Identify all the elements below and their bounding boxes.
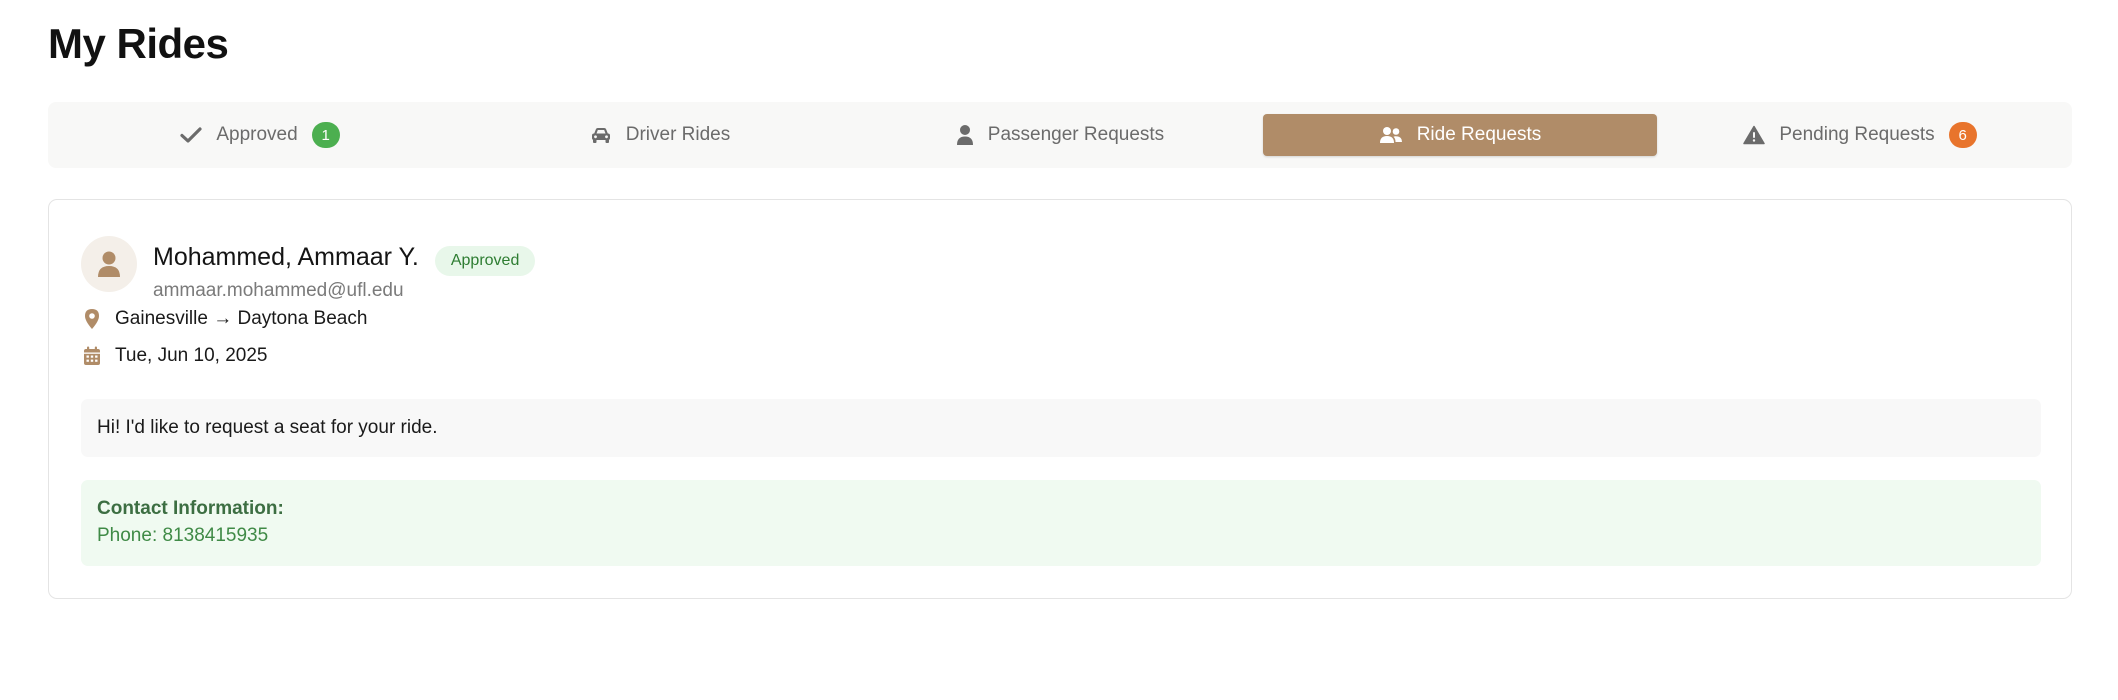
user-avatar-icon xyxy=(98,251,120,277)
request-message: Hi! I'd like to request a seat for your … xyxy=(81,399,2041,457)
tab-ride-requests[interactable]: Ride Requests xyxy=(1263,114,1657,156)
map-pin-icon xyxy=(81,308,103,330)
ride-tabs: Approved 1 Driver Rides Passenger Reques… xyxy=(48,102,2072,168)
ride-date: Tue, Jun 10, 2025 xyxy=(115,345,268,366)
requester-info: Mohammed, Ammaar Y. Approved ammaar.moha… xyxy=(153,236,536,302)
page-title: My Rides xyxy=(48,20,229,67)
avatar xyxy=(81,236,137,292)
car-icon xyxy=(590,126,612,144)
approved-count-badge: 1 xyxy=(311,122,340,148)
route-text: Gainesville → Daytona Beach xyxy=(115,308,368,329)
tab-driver-rides-label: Driver Rides xyxy=(625,124,731,145)
date-row: Tue, Jun 10, 2025 xyxy=(81,345,267,367)
route-row: Gainesville → Daytona Beach xyxy=(81,308,367,330)
tab-approved[interactable]: Approved 1 xyxy=(63,114,457,156)
status-badge: Approved xyxy=(434,246,536,276)
users-icon xyxy=(1379,126,1403,144)
page: My Rides Approved 1 Driver Rides Passeng… xyxy=(0,0,2118,700)
requester-name-row: Mohammed, Ammaar Y. Approved xyxy=(153,238,536,276)
pending-count-badge: 6 xyxy=(1948,122,1977,148)
tab-passenger-requests-label: Passenger Requests xyxy=(987,124,1165,145)
user-icon xyxy=(956,124,974,146)
tab-pending-requests-label: Pending Requests xyxy=(1779,124,1935,145)
contact-info: Contact Information: Phone: 8138415935 xyxy=(81,480,2041,566)
tab-pending-requests[interactable]: Pending Requests 6 xyxy=(1663,114,2057,156)
warning-icon xyxy=(1743,125,1766,145)
tab-driver-rides[interactable]: Driver Rides xyxy=(463,114,857,156)
tab-approved-label: Approved xyxy=(216,124,298,145)
requester-header: Mohammed, Ammaar Y. Approved ammaar.moha… xyxy=(81,236,536,302)
tab-ride-requests-label: Ride Requests xyxy=(1416,124,1542,145)
tab-passenger-requests[interactable]: Passenger Requests xyxy=(863,114,1257,156)
requester-name: Mohammed, Ammaar Y. xyxy=(153,242,419,271)
check-icon xyxy=(180,126,202,144)
contact-phone: Phone: 8138415935 xyxy=(97,525,269,546)
requester-email: ammaar.mohammed@ufl.edu xyxy=(153,280,404,301)
calendar-icon xyxy=(81,346,103,366)
ride-request-card: Mohammed, Ammaar Y. Approved ammaar.moha… xyxy=(48,199,2072,599)
contact-title: Contact Information: xyxy=(97,498,284,519)
